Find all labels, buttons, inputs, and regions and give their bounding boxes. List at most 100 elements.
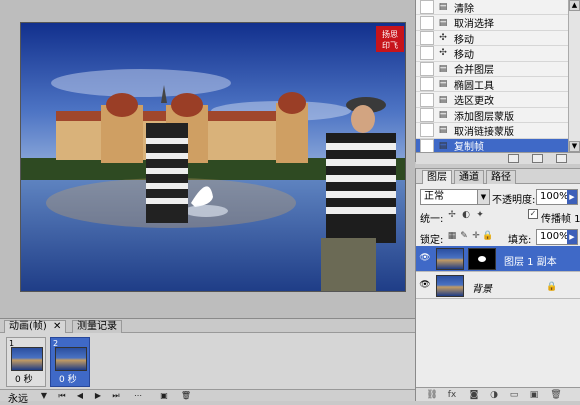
frame-delay[interactable]: 0 秒 xyxy=(15,372,33,385)
history-source-checkbox[interactable] xyxy=(420,46,434,61)
animation-frame-selected[interactable]: 2 0 秒 xyxy=(50,337,90,387)
history-item[interactable]: ▤ 取消链接蒙版 xyxy=(416,123,569,139)
history-scrollbar[interactable]: ▲ ▼ xyxy=(568,0,580,152)
opacity-field[interactable]: 100% ▶ xyxy=(536,189,578,205)
chevron-down-icon: ▼ xyxy=(477,190,489,204)
scroll-down-icon[interactable]: ▼ xyxy=(569,141,580,152)
tab-layers[interactable]: 图层 xyxy=(422,170,452,184)
history-state-icon: ▤ xyxy=(438,63,448,74)
layers-tabs: 图层 通道 路径 xyxy=(416,169,580,184)
history-item-label: 移动 xyxy=(454,34,474,46)
tween-icon[interactable]: ⋯ xyxy=(132,390,144,401)
new-document-icon[interactable] xyxy=(532,154,543,163)
lock-transparency-icon[interactable]: ▦ xyxy=(446,230,458,242)
layers-panel: 图层 通道 路径 正常 ▼ 不透明度: 100% ▶ 统一: ✢ ◐ ✦ ✓ 传… xyxy=(415,168,580,401)
layer-thumbnail xyxy=(436,248,464,270)
history-state-icon: ▤ xyxy=(438,109,448,120)
history-source-checkbox[interactable] xyxy=(420,15,434,30)
history-state-icon: ▤ xyxy=(438,140,448,151)
history-item[interactable]: ▤ 合并图层 xyxy=(416,61,569,77)
history-item[interactable]: ▤ 添加图层蒙版 xyxy=(416,107,569,124)
history-source-checkbox[interactable] xyxy=(420,138,434,153)
history-footer xyxy=(416,152,580,164)
snapshot-icon[interactable] xyxy=(508,154,519,163)
fill-value: 100% xyxy=(540,231,569,242)
lock-brush-icon[interactable]: ✎ xyxy=(458,230,470,242)
next-frame-icon[interactable]: ⏭ xyxy=(110,390,122,401)
lock-all-icon[interactable]: 🔒 xyxy=(482,230,494,242)
history-source-checkbox[interactable] xyxy=(420,92,434,107)
stamp-line-2: 印飞 xyxy=(382,41,398,50)
tab-measurement-log[interactable]: 测量记录 xyxy=(72,320,122,333)
trash-icon[interactable]: 🗑 xyxy=(550,389,562,401)
layer-row-background[interactable]: 👁 背景 🔒 xyxy=(416,273,580,299)
composite-photo: 扬思 印飞 xyxy=(21,23,405,291)
scroll-up-icon[interactable]: ▲ xyxy=(569,0,580,11)
tab-animation[interactable]: 动画(帧) ✕ xyxy=(4,320,67,333)
history-state-icon: ▤ xyxy=(438,2,448,13)
animation-tabs: 动画(帧) ✕ 测量记录 xyxy=(0,319,415,333)
chevron-down-icon[interactable]: ▼ xyxy=(38,390,50,401)
unify-style-icon[interactable]: ✦ xyxy=(474,209,486,221)
fx-icon[interactable]: fx xyxy=(446,389,458,401)
history-item-label: 添加图层蒙版 xyxy=(454,111,514,123)
history-state-icon: ▤ xyxy=(438,17,448,28)
history-item[interactable]: ▤ 取消选择 xyxy=(416,15,569,31)
lock-move-icon[interactable]: ✛ xyxy=(470,230,482,242)
history-item[interactable]: ✣ 移动 xyxy=(416,30,569,47)
trash-icon[interactable] xyxy=(556,154,567,163)
animation-controls: 永远 ▼ ⏮ ◀ ▶ ⏭ ⋯ ▣ 🗑 xyxy=(0,389,415,405)
history-source-checkbox[interactable] xyxy=(420,0,434,15)
history-item[interactable]: ✣ 移动 xyxy=(416,46,569,62)
tab-animation-label: 动画(帧) xyxy=(9,321,47,332)
first-frame-icon[interactable]: ⏮ xyxy=(56,390,68,401)
fill-label: 填充: xyxy=(508,235,532,246)
tab-channels[interactable]: 通道 xyxy=(454,170,484,184)
eye-icon[interactable]: 👁 xyxy=(419,253,431,263)
blend-mode-select[interactable]: 正常 ▼ xyxy=(420,189,490,205)
history-source-checkbox[interactable] xyxy=(420,123,434,138)
play-icon[interactable]: ▶ xyxy=(92,390,104,401)
eye-icon[interactable]: 👁 xyxy=(419,280,431,290)
tab-paths[interactable]: 路径 xyxy=(486,170,516,184)
history-source-checkbox[interactable] xyxy=(420,107,434,122)
trash-icon[interactable]: 🗑 xyxy=(180,390,192,401)
layer-row-copy[interactable]: 👁 图层 1 副本 xyxy=(416,246,580,272)
history-source-checkbox[interactable] xyxy=(420,30,434,45)
history-item-label: 选区更改 xyxy=(454,96,494,108)
history-state-icon: ▤ xyxy=(438,94,448,105)
frame-thumbnail xyxy=(55,347,87,371)
lock-label: 锁定: xyxy=(420,235,444,246)
close-icon[interactable]: ✕ xyxy=(53,321,61,332)
history-item-label: 取消选择 xyxy=(454,19,494,31)
history-item[interactable]: ▤ 椭圆工具 xyxy=(416,77,569,93)
animation-frame[interactable]: 1 0 秒 xyxy=(6,337,46,387)
previous-frame-icon[interactable]: ◀ xyxy=(74,390,86,401)
unify-visibility-icon[interactable]: ◐ xyxy=(460,209,472,221)
history-item[interactable]: ▤ 选区更改 xyxy=(416,92,569,108)
link-layers-icon[interactable]: ⛓ xyxy=(426,389,438,401)
history-source-checkbox[interactable] xyxy=(420,77,434,92)
add-mask-icon[interactable]: ◙ xyxy=(468,389,480,401)
frame-delay[interactable]: 0 秒 xyxy=(59,372,77,385)
layer-name: 背景 xyxy=(472,284,492,295)
unify-label: 统一: xyxy=(420,214,444,225)
adjustment-layer-icon[interactable]: ◑ xyxy=(488,389,500,401)
stepper-arrow-icon[interactable]: ▶ xyxy=(567,230,577,244)
new-layer-icon[interactable]: ▣ xyxy=(528,389,540,401)
unify-position-icon[interactable]: ✢ xyxy=(446,209,458,221)
stepper-arrow-icon[interactable]: ▶ xyxy=(567,190,577,204)
opacity-label: 不透明度: xyxy=(492,195,536,206)
history-item-label: 合并图层 xyxy=(454,65,494,77)
history-state-icon: ▤ xyxy=(438,79,448,90)
fill-field[interactable]: 100% ▶ xyxy=(536,229,578,245)
layer-mask-thumbnail[interactable] xyxy=(468,248,496,270)
history-item[interactable]: ▤ 清除 xyxy=(416,0,569,16)
history-source-checkbox[interactable] xyxy=(420,61,434,76)
loop-select[interactable]: 永远 xyxy=(8,390,28,405)
history-panel: ▤ 清除 ▤ 取消选择 ✣ 移动 ✣ 移动 ▤ 合并图层 ▤ 椭圆工具 ▤ 选区更改 ▤ 添加图层蒙版 ▤ 取消链… xyxy=(415,0,580,164)
new-frame-icon[interactable]: ▣ xyxy=(158,390,170,401)
document-canvas[interactable]: 扬思 印飞 xyxy=(20,22,406,292)
new-group-icon[interactable]: ▭ xyxy=(508,389,520,401)
propagate-checkbox[interactable]: ✓ xyxy=(528,209,538,219)
